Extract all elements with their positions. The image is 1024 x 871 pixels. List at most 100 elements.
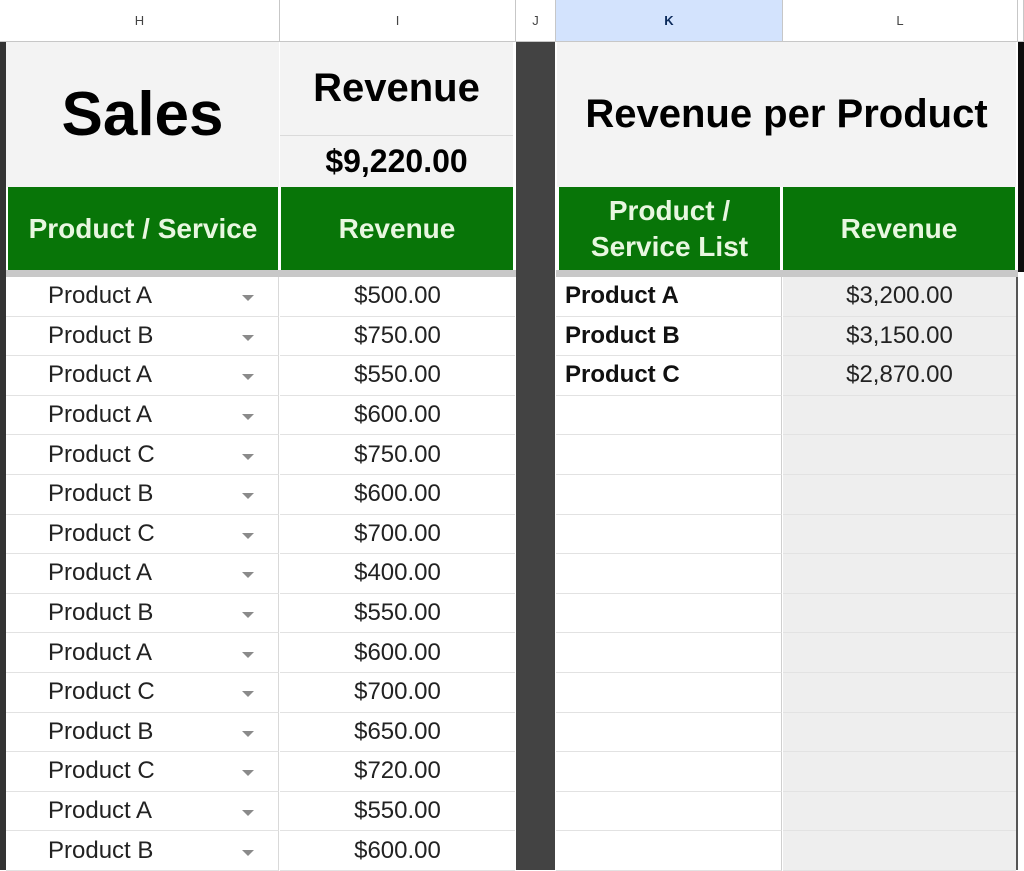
summary-row-product[interactable]: Product C [556,356,782,396]
sales-row-revenue[interactable]: $550.00 [280,791,515,832]
revenue-total-label[interactable]: Revenue [280,42,513,136]
dropdown-arrow-icon[interactable] [242,493,254,500]
sales-row-revenue[interactable]: $600.00 [280,475,515,515]
revenue-total-value[interactable]: $9,220.00 [280,136,513,187]
revenue-value: $600.00 [354,480,441,508]
summary-row-product[interactable] [556,633,782,673]
column-header-k[interactable]: K [556,0,783,42]
sales-row-product[interactable]: Product C [6,435,279,475]
summary-title[interactable]: Revenue per Product [557,42,1016,187]
column-header-l[interactable]: L [783,0,1018,42]
dropdown-arrow-icon[interactable] [242,651,254,658]
frozen-rows-divider[interactable] [6,270,516,277]
dropdown-arrow-icon[interactable] [242,295,254,302]
summary-row-revenue[interactable] [783,712,1016,753]
sales-row-product[interactable]: Product A [6,554,279,594]
column-header-h[interactable]: H [0,0,280,42]
summary-row-product[interactable] [556,791,782,832]
summary-row-product[interactable] [556,395,782,436]
sales-row-product[interactable]: Product C [6,673,279,713]
column-header-m[interactable] [1018,0,1024,42]
summary-row-revenue[interactable] [783,831,1016,871]
summary-row-product[interactable] [556,475,782,515]
summary-row-product[interactable]: Product A [556,277,782,317]
dropdown-arrow-icon[interactable] [242,810,254,817]
dropdown-arrow-icon[interactable] [242,374,254,381]
header-summary-revenue[interactable]: Revenue [783,187,1015,270]
dropdown-arrow-icon[interactable] [242,572,254,579]
sales-row-product[interactable]: Product B [6,712,279,753]
summary-row-revenue[interactable] [783,395,1016,436]
sales-row-product[interactable]: Product A [6,633,279,673]
summary-row-revenue[interactable] [783,593,1016,634]
summary-row-product[interactable] [556,712,782,753]
summary-row-revenue[interactable]: $2,870.00 [783,356,1016,396]
sales-row-product[interactable]: Product B [6,316,279,357]
sales-row-revenue[interactable]: $650.00 [280,712,515,753]
summary-row-product[interactable] [556,673,782,713]
sales-row-product[interactable]: Product B [6,475,279,515]
sales-row-revenue[interactable]: $550.00 [280,593,515,634]
sales-row-revenue[interactable]: $600.00 [280,831,515,871]
summary-row-revenue[interactable] [783,554,1016,594]
column-header-j[interactable]: J [516,0,556,42]
product-dropdown-value: Product A [48,361,153,389]
sales-row-revenue[interactable]: $600.00 [280,633,515,673]
summary-row-revenue[interactable] [783,435,1016,475]
summary-row-revenue[interactable] [783,791,1016,832]
summary-row-product[interactable]: Product B [556,316,782,357]
sales-row-revenue[interactable]: $500.00 [280,277,515,317]
header-text: Revenue [840,212,958,244]
dropdown-arrow-icon[interactable] [242,730,254,737]
sales-row-product[interactable]: Product B [6,831,279,871]
summary-row-revenue[interactable] [783,633,1016,673]
dropdown-arrow-icon[interactable] [242,334,254,341]
column-header-i[interactable]: I [280,0,516,42]
summary-row-revenue[interactable]: $3,150.00 [783,316,1016,357]
sales-row-product[interactable]: Product A [6,395,279,436]
sales-row-product[interactable]: Product B [6,593,279,634]
revenue-value: $650.00 [354,717,441,745]
sales-row-product[interactable]: Product A [6,356,279,396]
dropdown-arrow-icon[interactable] [242,770,254,777]
summary-row-product[interactable] [556,514,782,555]
summary-row-product[interactable] [556,554,782,594]
frozen-rows-divider-right[interactable] [556,270,1018,277]
revenue-value: $750.00 [354,321,441,349]
dropdown-arrow-icon[interactable] [242,414,254,421]
summary-row-product[interactable] [556,435,782,475]
summary-row-revenue[interactable] [783,673,1016,713]
sales-row-product[interactable]: Product A [6,791,279,832]
sales-row-revenue[interactable]: $750.00 [280,316,515,357]
sales-row-product[interactable]: Product C [6,514,279,555]
sales-title[interactable]: Sales [6,42,279,187]
sales-row-revenue[interactable]: $700.00 [280,673,515,713]
summary-row-product[interactable] [556,593,782,634]
dropdown-arrow-icon[interactable] [242,532,254,539]
summary-row-revenue[interactable] [783,514,1016,555]
dropdown-arrow-icon[interactable] [242,849,254,856]
revenue-value: $550.00 [354,599,441,627]
sales-row-revenue[interactable]: $400.00 [280,554,515,594]
header-product-service[interactable]: Product / Service [8,187,278,270]
sales-row-revenue[interactable]: $700.00 [280,514,515,555]
dropdown-arrow-icon[interactable] [242,453,254,460]
header-product-service-list[interactable]: Product / Service List [559,187,780,270]
summary-row-revenue[interactable] [783,752,1016,792]
sales-row-revenue[interactable]: $550.00 [280,356,515,396]
sales-row-product[interactable]: Product C [6,752,279,792]
sales-row-product[interactable]: Product A [6,277,279,317]
summary-row-product[interactable] [556,752,782,792]
revenue-value: $720.00 [354,757,441,785]
summary-row-revenue[interactable]: $3,200.00 [783,277,1016,317]
summary-row-revenue[interactable] [783,475,1016,515]
sales-row-revenue[interactable]: $720.00 [280,752,515,792]
sales-row-revenue[interactable]: $600.00 [280,395,515,436]
header-revenue[interactable]: Revenue [281,187,513,270]
sales-row-revenue[interactable]: $750.00 [280,435,515,475]
divider-column-j[interactable] [516,42,555,870]
dropdown-arrow-icon[interactable] [242,691,254,698]
dropdown-arrow-icon[interactable] [242,612,254,619]
summary-row-product[interactable] [556,831,782,871]
column-m-edge [1018,42,1024,272]
